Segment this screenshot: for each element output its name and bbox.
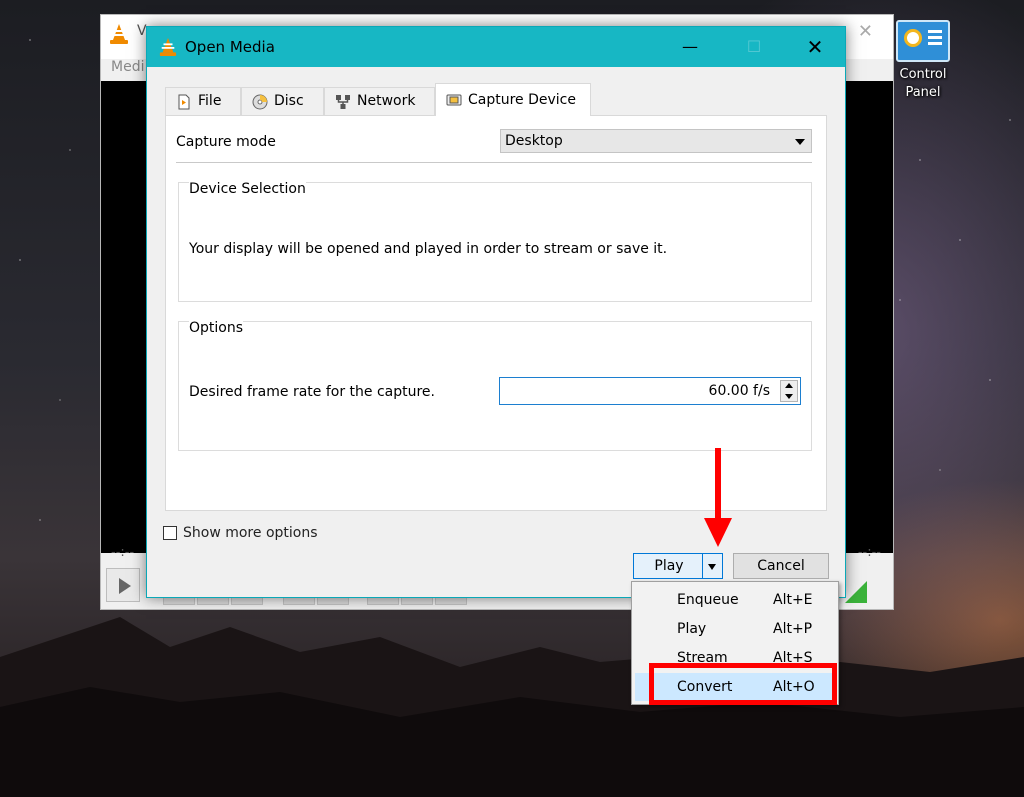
device-selection-message: Your display will be opened and played i…	[189, 241, 668, 257]
tab-capture-device-label: Capture Device	[468, 91, 576, 108]
options-group: Options Desired frame rate for the captu…	[178, 320, 812, 451]
maximize-icon[interactable]: ☐	[731, 27, 777, 67]
cancel-button[interactable]: Cancel	[733, 553, 829, 579]
chevron-down-icon	[795, 139, 805, 145]
menu-item-shortcut: Alt+P	[773, 621, 813, 637]
tab-disc-label: Disc	[274, 93, 304, 109]
tab-disc[interactable]: Disc	[241, 87, 324, 115]
control-panel-shortcut[interactable]: Control Panel	[893, 20, 953, 102]
spin-up-icon[interactable]	[785, 383, 793, 388]
minimize-icon[interactable]: —	[667, 27, 713, 67]
device-selection-title: Device Selection	[189, 181, 306, 197]
device-selection-group: Device Selection Your display will be op…	[178, 181, 812, 302]
play-button-label[interactable]: Play	[634, 554, 704, 578]
menu-item-shortcut: Alt+S	[773, 650, 813, 664]
control-panel-icon	[896, 20, 950, 62]
options-title: Options	[189, 320, 244, 336]
menu-item-label: Play	[677, 621, 707, 637]
capture-mode-value: Desktop	[505, 133, 563, 149]
checkbox-box[interactable]	[163, 526, 177, 540]
divider	[176, 162, 812, 163]
spin-buttons[interactable]	[780, 380, 798, 402]
spin-down-icon[interactable]	[785, 394, 793, 399]
tab-network[interactable]: Network	[324, 87, 435, 115]
menu-item-label: Stream	[677, 650, 728, 664]
menu-item-enqueue[interactable]: Enqueue Alt+E	[635, 586, 835, 614]
open-media-dialog: Open Media — ☐ ✕ File Disc Network Captu…	[146, 26, 846, 598]
menu-item-play[interactable]: Play Alt+P	[635, 615, 835, 643]
menu-item-stream[interactable]: Stream Alt+S	[635, 644, 835, 664]
convert-highlight-annotation	[649, 663, 837, 705]
file-icon	[178, 94, 190, 109]
capture-mode-label: Capture mode	[176, 134, 276, 150]
total-time: --:--	[857, 545, 881, 560]
network-icon	[336, 94, 350, 109]
menu-item-shortcut: Alt+E	[773, 592, 813, 608]
frame-rate-label: Desired frame rate for the capture.	[189, 384, 435, 400]
control-panel-label: Control Panel	[899, 67, 947, 100]
red-arrow-annotation	[704, 448, 732, 547]
frame-rate-value: 60.00 f/s	[708, 383, 770, 399]
tab-network-label: Network	[357, 93, 416, 109]
tab-capture-device[interactable]: Capture Device	[435, 83, 591, 116]
vlc-menu-media[interactable]: Medi	[111, 59, 144, 75]
dialog-title: Open Media	[185, 38, 275, 56]
show-more-options-label: Show more options	[183, 525, 318, 541]
menu-item-label: Enqueue	[677, 592, 739, 608]
capture-device-icon	[446, 94, 462, 106]
show-more-options-checkbox[interactable]: Show more options	[163, 525, 318, 541]
tab-file[interactable]: File	[165, 87, 241, 115]
dialog-title-bar[interactable]: Open Media — ☐ ✕	[147, 27, 845, 67]
vlc-cone-icon	[159, 38, 177, 56]
frame-rate-spinbox[interactable]: 60.00 f/s	[499, 377, 801, 405]
volume-slider[interactable]	[845, 581, 867, 603]
play-split-button[interactable]: Play	[633, 553, 723, 579]
disc-icon	[252, 94, 268, 109]
play-dropdown-arrow[interactable]	[702, 554, 722, 578]
capture-mode-select[interactable]: Desktop	[500, 129, 812, 153]
vlc-play-button[interactable]	[106, 568, 140, 602]
vlc-close-icon[interactable]: ✕	[858, 21, 873, 42]
elapsed-time: --:--	[111, 545, 135, 560]
vlc-cone-icon	[110, 24, 128, 44]
close-icon[interactable]: ✕	[792, 27, 838, 67]
tab-file-label: File	[198, 93, 222, 109]
mountain-silhouette	[0, 617, 1024, 797]
